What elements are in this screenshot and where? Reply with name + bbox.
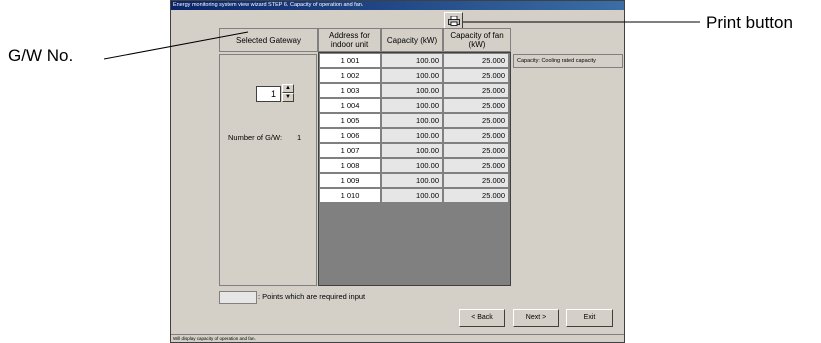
- gateway-number-input[interactable]: 1: [256, 86, 281, 102]
- cell-fan-capacity[interactable]: 25.000: [443, 68, 509, 83]
- cell-capacity[interactable]: 100.00: [381, 98, 443, 113]
- exit-button[interactable]: Exit: [566, 309, 613, 327]
- required-input-legend: : Points which are required input: [258, 292, 366, 301]
- cell-capacity[interactable]: 100.00: [381, 113, 443, 128]
- window-title: Energy monitoring system view wizard STE…: [171, 1, 624, 10]
- cell-fan-capacity[interactable]: 25.000: [443, 173, 509, 188]
- cell-fan-capacity[interactable]: 25.000: [443, 188, 509, 203]
- cell-address: 1 001: [319, 53, 381, 68]
- cell-fan-capacity[interactable]: 25.000: [443, 53, 509, 68]
- gateway-count-value: 1: [297, 133, 302, 142]
- cell-capacity[interactable]: 100.00: [381, 188, 443, 203]
- table-row: 1 008 100.00 25.000: [319, 158, 509, 173]
- cell-capacity[interactable]: 100.00: [381, 143, 443, 158]
- status-bar: Will display capacity of operation and f…: [171, 334, 624, 342]
- table-row: 1 002 100.00 25.000: [319, 68, 509, 83]
- cell-address: 1 008: [319, 158, 381, 173]
- cell-fan-capacity[interactable]: 25.000: [443, 83, 509, 98]
- cell-capacity[interactable]: 100.00: [381, 158, 443, 173]
- cell-address: 1 010: [319, 188, 381, 203]
- cell-capacity[interactable]: 100.00: [381, 173, 443, 188]
- cell-capacity[interactable]: 100.00: [381, 68, 443, 83]
- cell-fan-capacity[interactable]: 25.000: [443, 113, 509, 128]
- required-input-swatch: [219, 291, 257, 304]
- print-button-callout: Print button: [706, 13, 793, 32]
- cell-fan-capacity[interactable]: 25.000: [443, 143, 509, 158]
- table-row: 1 010 100.00 25.000: [319, 188, 509, 203]
- header-address: Address for indoor unit: [318, 28, 381, 52]
- cell-address: 1 009: [319, 173, 381, 188]
- gateway-spinner[interactable]: ▲ ▼: [282, 84, 294, 103]
- cell-fan-capacity[interactable]: 25.000: [443, 158, 509, 173]
- spin-up-icon[interactable]: ▲: [282, 84, 294, 93]
- cell-address: 1 002: [319, 68, 381, 83]
- cell-address: 1 003: [319, 83, 381, 98]
- cell-capacity[interactable]: 100.00: [381, 128, 443, 143]
- table-row: 1 007 100.00 25.000: [319, 143, 509, 158]
- header-fan-capacity: Capacity of fan (kW): [443, 28, 511, 52]
- back-button[interactable]: < Back: [459, 309, 505, 327]
- header-selected-gateway: Selected Gateway: [219, 28, 318, 52]
- print-button[interactable]: [444, 12, 463, 29]
- cell-address: 1 006: [319, 128, 381, 143]
- cell-capacity[interactable]: 100.00: [381, 83, 443, 98]
- cell-address: 1 004: [319, 98, 381, 113]
- cell-capacity[interactable]: 100.00: [381, 53, 443, 68]
- cell-address: 1 005: [319, 113, 381, 128]
- table-row: 1 003 100.00 25.000: [319, 83, 509, 98]
- header-capacity: Capacity (kW): [381, 28, 443, 52]
- next-button[interactable]: Next >: [513, 309, 559, 327]
- table-row: 1 001 100.00 25.000: [319, 53, 509, 68]
- capacity-hint: Capacity: Cooling rated capacity: [513, 54, 623, 68]
- cell-fan-capacity[interactable]: 25.000: [443, 128, 509, 143]
- table-row: 1 006 100.00 25.000: [319, 128, 509, 143]
- table-row: 1 004 100.00 25.000: [319, 98, 509, 113]
- table-row: 1 009 100.00 25.000: [319, 173, 509, 188]
- gw-no-callout: G/W No.: [8, 46, 74, 65]
- cell-address: 1 007: [319, 143, 381, 158]
- gateway-count-label: Number of G/W:: [228, 133, 283, 142]
- spin-down-icon[interactable]: ▼: [282, 93, 294, 102]
- printer-icon: [447, 15, 460, 26]
- capacity-table: 1 001 100.00 25.000 1 002 100.00 25.000 …: [318, 52, 511, 286]
- cell-fan-capacity[interactable]: 25.000: [443, 98, 509, 113]
- table-row: 1 005 100.00 25.000: [319, 113, 509, 128]
